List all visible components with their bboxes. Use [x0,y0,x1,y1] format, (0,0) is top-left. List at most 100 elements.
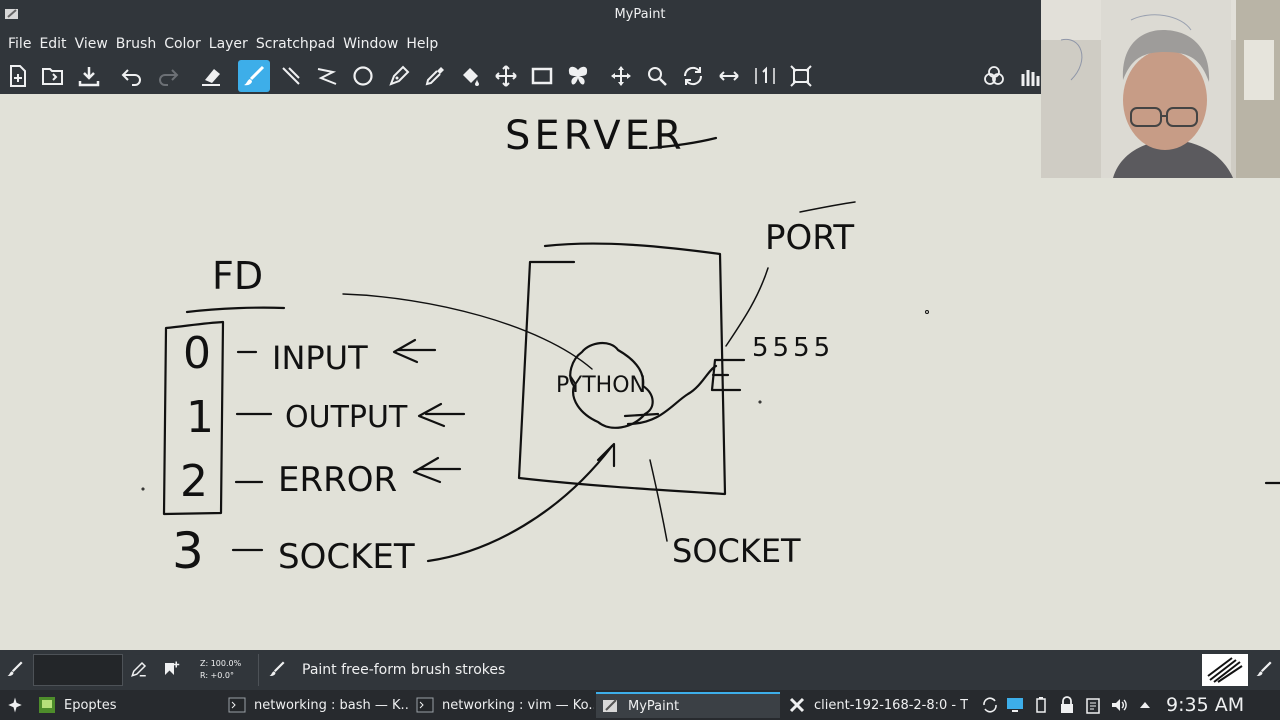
brush-menu-icon[interactable] [1255,660,1273,678]
pan-button[interactable] [605,60,637,92]
stray-dot [141,487,145,491]
move-layer-button[interactable] [490,60,522,92]
reset-zoom-button[interactable] [749,60,781,92]
task-label: Epoptes [64,697,117,713]
port-label: PORT [765,218,854,258]
zoom-rotation-readout: Z: 100.0% R: +0.0° [200,658,241,682]
inking-button[interactable] [383,60,415,92]
fd-heading: FD [212,254,263,298]
fill-button[interactable] [454,60,486,92]
freehand-brush-button[interactable] [238,60,270,92]
color-wheel-button[interactable] [978,60,1010,92]
menu-scratchpad[interactable]: Scratchpad [252,34,339,54]
task-label: client-192-168-2-8:0 - Ti... [814,697,968,713]
zoom-readout: Z: 100.0% [200,659,242,668]
menu-brush[interactable]: Brush [112,34,160,54]
eraser-button[interactable] [195,60,227,92]
straight-lines-button[interactable] [275,60,307,92]
color-picker-button[interactable] [419,60,451,92]
stray-dot [758,400,762,404]
butterfly-icon [568,66,588,85]
webcam-overlay [1041,0,1280,178]
server-title: SERVER [505,113,686,159]
add-brush-icon[interactable] [162,660,180,678]
clipboard-icon[interactable] [1084,696,1102,714]
task-networking-bash[interactable]: networking : bash — K... [222,692,408,718]
fullscreen-button[interactable] [785,60,817,92]
task-networking-vim[interactable]: networking : vim — Ko... [410,692,594,718]
brush-icon [244,65,265,86]
mirror-icon [719,71,739,81]
pan-icon [611,66,631,86]
mirror-button[interactable] [713,60,745,92]
zoom-button[interactable] [641,60,673,92]
python-connector [623,412,660,418]
edit-brush-icon[interactable] [130,660,148,678]
menu-edit[interactable]: Edit [35,34,70,54]
fd-row-0-number: 0 [183,328,211,379]
system-taskbar: Epoptes networking : bash — K... network… [0,690,1280,720]
volume-icon[interactable] [1110,696,1128,714]
zoom-icon [648,67,667,86]
tray-expand-icon[interactable] [1136,696,1154,714]
stray-dot [925,310,929,314]
terminal-icon [228,697,246,713]
battery-icon[interactable] [1032,696,1050,714]
ellipse-button[interactable] [347,60,379,92]
connected-lines-button[interactable] [311,60,343,92]
rotate-icon [683,66,703,86]
bucket-icon [463,68,479,86]
new-document-button[interactable] [2,60,34,92]
menu-help[interactable]: Help [402,34,442,54]
frame-icon [531,67,553,85]
app-launcher-icon[interactable] [6,696,24,714]
lock-icon[interactable] [1058,696,1076,714]
menu-color[interactable]: Color [160,34,205,54]
sync-icon[interactable] [981,696,999,714]
save-button[interactable] [73,60,105,92]
rotate-button[interactable] [677,60,709,92]
fd-row-2-number: 2 [180,456,208,507]
ellipse-icon [353,66,373,86]
status-message: Paint free-form brush strokes [302,662,506,678]
freehand-mode-icon [269,661,285,676]
system-clock[interactable]: 9:35 AM [1166,694,1244,716]
menu-window[interactable]: Window [339,34,402,54]
open-folder-icon [42,68,63,85]
fd-row-3-number: 3 [172,522,204,580]
undo-button[interactable] [116,60,148,92]
polyline-icon [317,68,337,85]
fd-underline [185,306,286,314]
fullscreen-icon [790,65,812,87]
fd-to-python-curve [342,293,593,370]
fd-row-0-label: INPUT [272,339,368,377]
task-mypaint[interactable]: MyPaint [596,692,780,718]
mypaint-icon [603,699,617,712]
frame-button[interactable] [526,60,558,92]
brushes-icon [1021,70,1040,86]
current-color-swatch[interactable] [33,654,123,686]
new-document-icon [10,65,26,87]
open-document-button[interactable] [37,60,69,92]
redo-button[interactable] [152,60,184,92]
task-label: networking : bash — K... [254,697,408,713]
undo-icon [121,69,141,86]
brush-stroke-preview-icon [1207,657,1243,683]
screen-share-icon[interactable] [1006,696,1024,714]
symmetry-button[interactable] [562,60,594,92]
menu-layer[interactable]: Layer [205,34,252,54]
fd-row-1-label: OUTPUT [285,400,408,435]
task-epoptes[interactable]: Epoptes [32,692,220,718]
current-brush-icon[interactable] [6,660,24,678]
menu-view[interactable]: View [71,34,112,54]
fd-row-1-number: 1 [186,392,214,443]
mypaint-window: MyPaint File Edit View Brush Color Layer… [0,0,1280,720]
port-connector [710,358,746,392]
port-value: 5555 [752,333,834,363]
task-x-client[interactable]: client-192-168-2-8:0 - Ti... [782,692,968,718]
socket-leader-line [649,459,668,542]
eyedropper-icon [425,67,444,86]
error-arrow [412,456,462,484]
menu-file[interactable]: File [4,34,35,54]
one-to-one-icon [755,66,775,84]
